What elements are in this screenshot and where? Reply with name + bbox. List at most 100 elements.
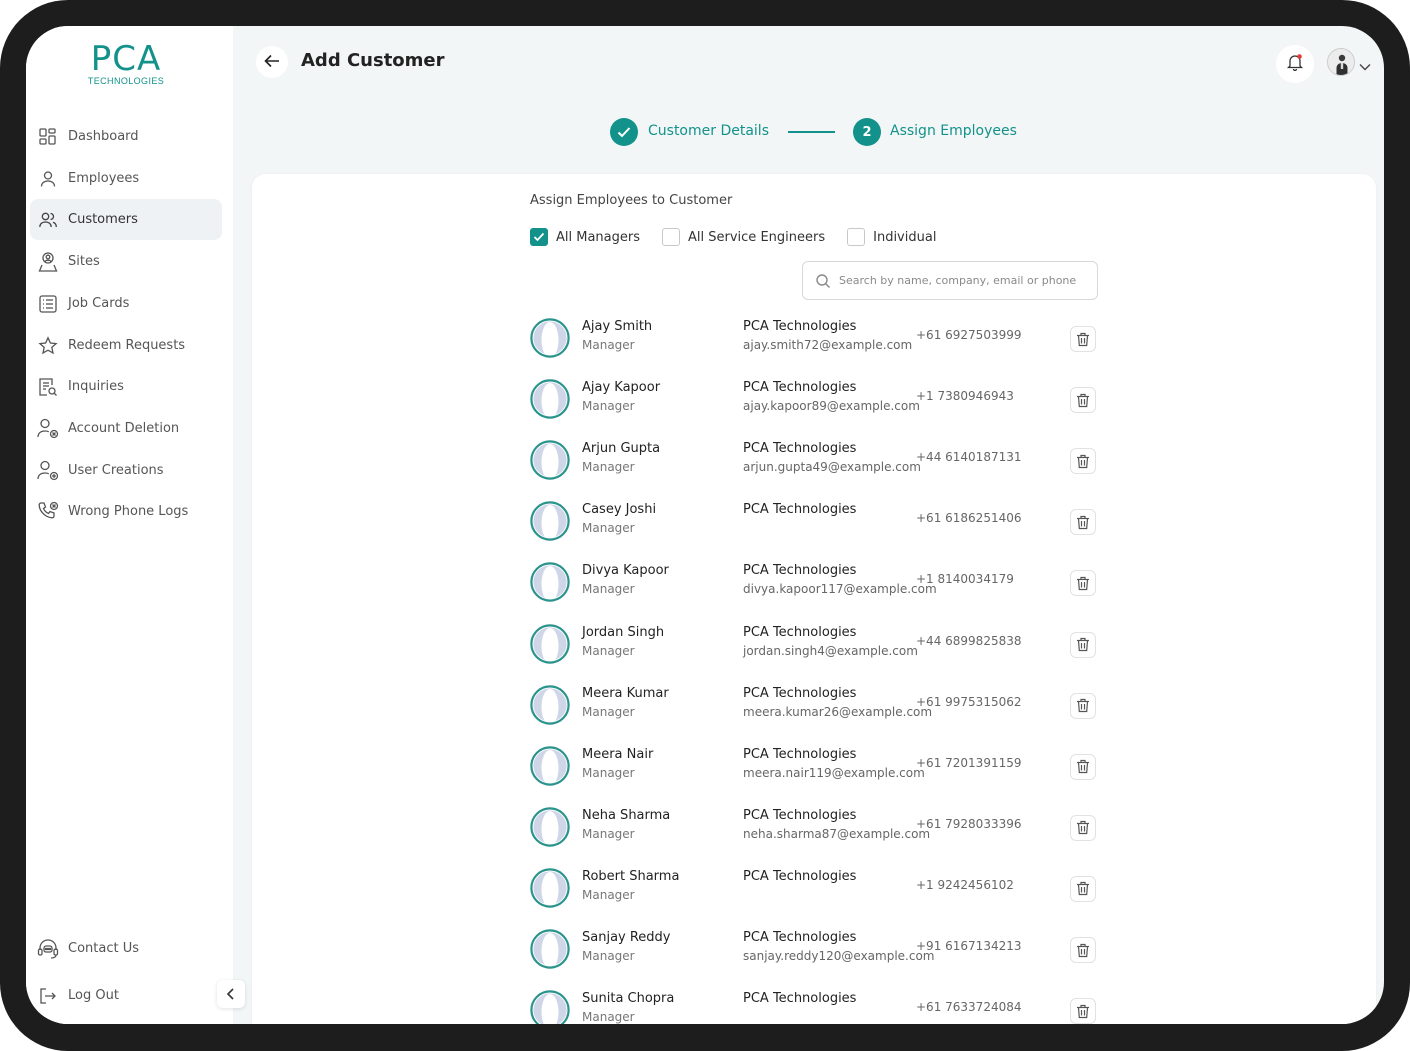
delete-button[interactable] bbox=[1070, 998, 1096, 1024]
delete-button[interactable] bbox=[1070, 692, 1096, 719]
employee-role: Manager bbox=[582, 949, 635, 963]
employee-company: PCA Technologies bbox=[743, 930, 857, 945]
employee-role: Manager bbox=[582, 582, 635, 597]
step-customer-details-label[interactable]: Customer Details bbox=[648, 123, 769, 139]
sidebar-item-wrong-phone-logs[interactable]: Wrong Phone Logs bbox=[30, 491, 222, 532]
chevron-down-icon[interactable] bbox=[1359, 56, 1371, 75]
all-service-engineers-checkbox[interactable]: All Service Engineers bbox=[662, 228, 825, 246]
sidebar-item-label: Customers bbox=[68, 212, 138, 227]
step-assign-employees-label: Assign Employees bbox=[890, 123, 1017, 139]
employee-company: PCA Technologies bbox=[743, 868, 857, 884]
avatar-placeholder-icon bbox=[530, 807, 570, 847]
sidebar-item-employees[interactable]: Employees bbox=[30, 158, 222, 199]
avatar-placeholder-icon bbox=[530, 562, 570, 603]
employee-row: Sanjay Reddy Manager PCA Technologies sa… bbox=[252, 929, 1376, 990]
trash-icon bbox=[1077, 882, 1089, 896]
employee-role: Manager bbox=[582, 643, 635, 658]
collapse-sidebar-button[interactable] bbox=[217, 980, 245, 1008]
sidebar-item-inquiries[interactable]: Inquiries bbox=[30, 366, 222, 407]
employee-email: jordan.singh4@example.com bbox=[743, 643, 918, 658]
employee-company: PCA Technologies bbox=[743, 991, 857, 1007]
employee-company: PCA Technologies bbox=[743, 441, 857, 457]
stepper-connector bbox=[788, 131, 835, 133]
brand-logo: PCA TECHNOLOGIES bbox=[76, 40, 176, 86]
employee-company: PCA Technologies bbox=[743, 502, 857, 518]
device-frame: PCA TECHNOLOGIES Dashboard Employees Cus… bbox=[0, 0, 1410, 1051]
sidebar-item-contact-us[interactable]: Contact Us bbox=[30, 928, 222, 969]
sidebar-item-log-out[interactable]: Log Out bbox=[30, 975, 222, 1016]
search-input[interactable] bbox=[839, 274, 1089, 287]
employee-company: PCA Technologies bbox=[743, 380, 857, 396]
employee-phone: +1 9242456102 bbox=[916, 877, 1014, 892]
step-customer-details-done[interactable] bbox=[610, 118, 638, 146]
employee-phone: +61 6927503999 bbox=[916, 328, 1022, 342]
delete-button[interactable] bbox=[1070, 326, 1096, 352]
phone-x-icon bbox=[36, 500, 60, 524]
assign-employees-card: Assign Employees to Customer All Manager… bbox=[252, 174, 1376, 1024]
delete-button[interactable] bbox=[1070, 631, 1096, 658]
delete-button[interactable] bbox=[1070, 753, 1096, 780]
employee-role: Manager bbox=[582, 338, 635, 352]
delete-button[interactable] bbox=[1070, 509, 1096, 536]
avatar-placeholder-icon bbox=[530, 990, 570, 1024]
back-button[interactable] bbox=[256, 46, 288, 78]
sidebar-item-customers[interactable]: Customers bbox=[30, 199, 222, 240]
individual-checkbox[interactable]: Individual bbox=[847, 228, 936, 246]
checkbox-label: All Service Engineers bbox=[688, 229, 826, 245]
page-title: Add Customer bbox=[301, 50, 445, 71]
sidebar-item-account-deletion[interactable]: Account Deletion bbox=[30, 408, 222, 449]
assign-options: All Managers All Service Engineers Indiv… bbox=[530, 227, 936, 247]
employee-role: Manager bbox=[582, 765, 635, 780]
employee-row: Sunita Chopra Manager PCA Technologies +… bbox=[252, 990, 1376, 1024]
trash-icon bbox=[1077, 332, 1089, 346]
arrow-left-icon bbox=[264, 53, 280, 72]
delete-button[interactable] bbox=[1070, 814, 1096, 841]
sidebar-item-sites[interactable]: Sites bbox=[30, 241, 222, 282]
chevron-left-icon bbox=[226, 985, 236, 1004]
employee-row: Ajay Smith Manager PCA Technologies ajay… bbox=[252, 318, 1376, 379]
sidebar-item-label: Inquiries bbox=[68, 379, 124, 394]
sidebar-item-user-creations[interactable]: User Creations bbox=[30, 450, 222, 491]
sidebar-item-dashboard[interactable]: Dashboard bbox=[30, 116, 222, 157]
user-remove-icon bbox=[36, 417, 60, 441]
employee-row: Ajay Kapoor Manager PCA Technologies aja… bbox=[252, 379, 1376, 440]
checkbox-box[interactable] bbox=[847, 228, 866, 246]
employee-name: Meera Kumar bbox=[582, 685, 669, 701]
notifications-button[interactable] bbox=[1276, 45, 1314, 83]
star-icon bbox=[36, 334, 60, 358]
sidebar-item-job-cards[interactable]: Job Cards bbox=[30, 283, 222, 324]
sidebar-item-label: Sites bbox=[68, 254, 100, 269]
employee-search[interactable] bbox=[802, 261, 1098, 300]
delete-button[interactable] bbox=[1070, 570, 1096, 597]
employee-email: neha.sharma87@example.com bbox=[743, 826, 931, 841]
trash-icon bbox=[1077, 760, 1089, 774]
employee-phone: +91 6167134213 bbox=[916, 939, 1022, 953]
location-user-icon bbox=[36, 250, 60, 274]
employee-phone: +1 8140034179 bbox=[916, 572, 1014, 587]
employee-email: divya.kapoor117@example.com bbox=[743, 582, 937, 597]
employee-company: PCA Technologies bbox=[743, 319, 857, 334]
employee-company: PCA Technologies bbox=[743, 563, 857, 579]
employee-company: PCA Technologies bbox=[743, 807, 857, 823]
employee-row: Meera Kumar Manager PCA Technologies mee… bbox=[252, 684, 1376, 746]
delete-button[interactable] bbox=[1070, 875, 1096, 902]
delete-button[interactable] bbox=[1070, 387, 1096, 414]
employee-role: Manager bbox=[582, 521, 635, 536]
checkbox-box[interactable] bbox=[530, 228, 548, 246]
employee-name: Meera Nair bbox=[582, 746, 654, 762]
checkbox-box[interactable] bbox=[662, 228, 681, 246]
user-avatar[interactable] bbox=[1327, 48, 1355, 76]
search-icon bbox=[816, 273, 830, 288]
employee-row: Meera Nair Manager PCA Technologies meer… bbox=[252, 745, 1376, 807]
trash-icon bbox=[1077, 515, 1089, 529]
delete-button[interactable] bbox=[1070, 937, 1096, 963]
list-card-icon bbox=[36, 292, 60, 316]
checkbox-label: All Managers bbox=[556, 229, 641, 245]
employee-row: Casey Joshi Manager PCA Technologies +61… bbox=[252, 501, 1376, 562]
sidebar-item-label: Log Out bbox=[68, 988, 119, 1003]
sidebar-item-label: Employees bbox=[68, 171, 140, 186]
sidebar-item-redeem-requests[interactable]: Redeem Requests bbox=[30, 325, 222, 366]
employee-phone: +44 6899825838 bbox=[916, 633, 1022, 648]
all-managers-checkbox[interactable]: All Managers bbox=[530, 228, 640, 246]
delete-button[interactable] bbox=[1070, 448, 1096, 475]
